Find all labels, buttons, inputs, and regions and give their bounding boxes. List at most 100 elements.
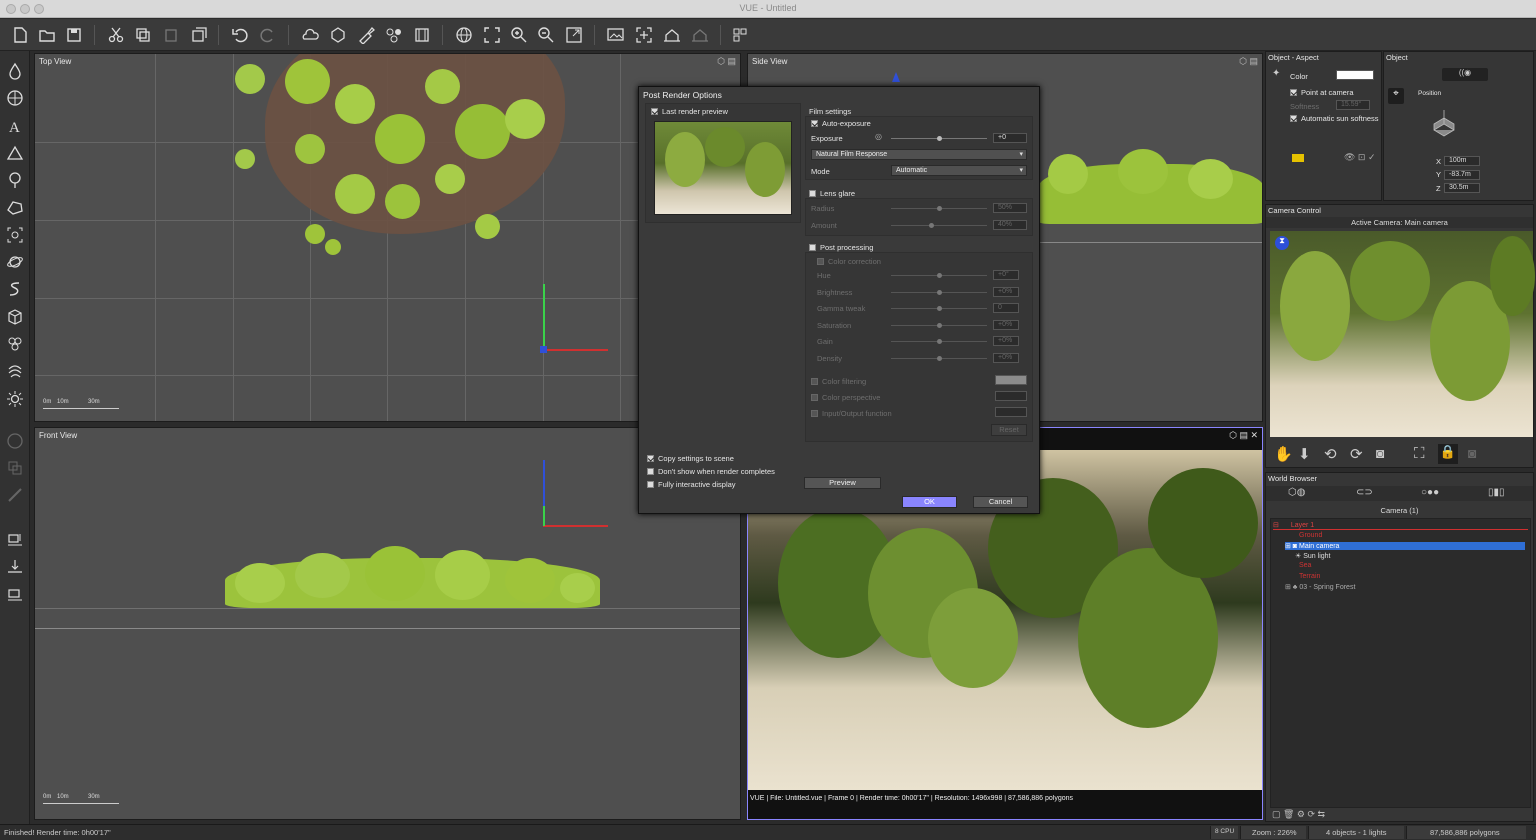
link-icon[interactable]: [3, 483, 27, 507]
light-type-toggle[interactable]: ((◉: [1442, 68, 1488, 81]
frame-icon[interactable]: ⛶: [1414, 445, 1425, 462]
zoom-out-icon[interactable]: [534, 23, 558, 47]
color-swatch[interactable]: [1336, 70, 1374, 80]
group-icon[interactable]: [3, 429, 27, 453]
light-color-chip[interactable]: [1292, 154, 1304, 162]
mode-select[interactable]: Automatic: [891, 165, 1027, 176]
top-view-viewport[interactable]: Top View ⬡ ▤ 0m 10m 30m: [34, 53, 741, 422]
position-z-field[interactable]: 30.5m: [1444, 183, 1480, 193]
copy-settings-checkbox[interactable]: Copy settings to scene: [647, 454, 734, 463]
materials-tab-icon[interactable]: ○●●: [1421, 487, 1439, 498]
io-function-swatch[interactable]: [995, 407, 1027, 417]
maximize-view-icon[interactable]: [562, 23, 586, 47]
save-file-icon[interactable]: [62, 23, 86, 47]
auto-sun-softness-checkbox[interactable]: Automatic sun softness: [1290, 114, 1379, 123]
terrain-icon[interactable]: [3, 141, 27, 165]
pp-row-slider[interactable]: [891, 339, 987, 344]
tree-item-main-camera[interactable]: ⊞ ◙ Main camera: [1285, 542, 1525, 550]
softness-field[interactable]: 15.59°: [1336, 100, 1370, 110]
camera-gizmo-icon[interactable]: [3, 223, 27, 247]
paint-brush-icon[interactable]: [354, 23, 378, 47]
viewport-options-icon[interactable]: ⬡ ▤: [717, 56, 736, 67]
cut-icon[interactable]: [104, 23, 128, 47]
world-browser-actions-icon[interactable]: ▢ 🗑 ⚙ ⟳ ⇆: [1272, 809, 1325, 820]
cube-icon[interactable]: [3, 305, 27, 329]
dont-show-checkbox[interactable]: Don't show when render completes: [647, 467, 775, 476]
last-render-preview-checkbox[interactable]: Last render preview: [651, 107, 728, 116]
undo-icon[interactable]: [228, 23, 252, 47]
orbit-icon[interactable]: ⟲: [1324, 445, 1337, 463]
film-response-select[interactable]: Natural Film Response: [811, 149, 1027, 160]
atmosphere-icon[interactable]: [298, 23, 322, 47]
plant-icon[interactable]: [3, 168, 27, 192]
cloud-icon[interactable]: [3, 359, 27, 383]
front-view-viewport[interactable]: Front View 0m 10m 30m: [34, 427, 741, 820]
camera-snapshot-icon[interactable]: ◙: [1376, 445, 1384, 461]
position-tab-icon[interactable]: ⌖: [1388, 88, 1404, 104]
pp-row-field[interactable]: +0%: [993, 319, 1019, 330]
render-scene-icon[interactable]: [660, 23, 684, 47]
radius-field[interactable]: 50%: [993, 203, 1027, 213]
position-x-field[interactable]: 100m: [1444, 156, 1480, 166]
layout-icon[interactable]: [728, 23, 752, 47]
color-filtering-checkbox[interactable]: Color filtering: [811, 377, 866, 386]
lens-glare-checkbox[interactable]: Lens glare: [809, 189, 855, 198]
zoom-in-icon[interactable]: [507, 23, 531, 47]
active-camera-selector[interactable]: Active Camera: Main camera: [1266, 217, 1533, 228]
fully-interactive-checkbox[interactable]: Fully interactive display: [647, 480, 736, 489]
pp-row-slider[interactable]: [891, 273, 987, 278]
links-tab-icon[interactable]: ⊂⊃: [1356, 487, 1373, 498]
redo-icon[interactable]: [256, 23, 280, 47]
rotate-icon[interactable]: ⟳: [1350, 445, 1363, 463]
paste-icon[interactable]: [159, 23, 183, 47]
pp-row-slider[interactable]: [891, 355, 987, 361]
copy-icon[interactable]: [131, 23, 155, 47]
radius-slider[interactable]: [891, 206, 987, 211]
tree-item-sun-light[interactable]: ☀ Sun light: [1295, 552, 1330, 560]
globe-icon[interactable]: [452, 23, 476, 47]
position-y-field[interactable]: -83.7m: [1444, 170, 1480, 180]
move-down-icon[interactable]: ⬇: [1298, 445, 1311, 463]
lock-camera-icon[interactable]: 🔒: [1438, 444, 1458, 464]
color-filtering-swatch[interactable]: [995, 375, 1027, 385]
duplicate-icon[interactable]: [187, 23, 211, 47]
pp-row-slider[interactable]: [891, 289, 987, 295]
point-at-camera-checkbox[interactable]: Point at camera: [1290, 88, 1354, 97]
rock-icon[interactable]: [3, 195, 27, 219]
text-icon[interactable]: A: [3, 114, 27, 138]
exposure-field[interactable]: +0: [993, 133, 1027, 143]
boolean-icon[interactable]: [3, 456, 27, 480]
pan-hand-icon[interactable]: ✋: [1274, 445, 1293, 463]
pp-row-field[interactable]: +0%: [993, 352, 1019, 363]
material-icon[interactable]: [326, 23, 350, 47]
metablob-icon[interactable]: [3, 332, 27, 356]
exposure-slider[interactable]: [891, 136, 987, 141]
color-correction-checkbox[interactable]: Color correction: [817, 257, 881, 266]
ok-button[interactable]: OK: [902, 496, 957, 508]
color-perspective-checkbox[interactable]: Color perspective: [811, 393, 880, 402]
amount-slider[interactable]: [891, 223, 987, 228]
tree-item-sea[interactable]: Sea: [1299, 562, 1311, 569]
tree-item-terrain[interactable]: Terrain: [1299, 573, 1320, 580]
pp-row-field[interactable]: +0%: [993, 336, 1019, 346]
render-display-icon[interactable]: [604, 23, 628, 47]
pp-row-field[interactable]: +0%: [993, 286, 1019, 297]
frame-all-icon[interactable]: [480, 23, 504, 47]
pp-row-slider[interactable]: [891, 322, 987, 328]
viewport-options-icon[interactable]: ⬡ ▤: [1239, 56, 1258, 67]
tree-item-spring-forest[interactable]: ⊞ ♣ 03 - Spring Forest: [1285, 583, 1355, 591]
render-area-icon[interactable]: [632, 23, 656, 47]
io-function-checkbox[interactable]: Input/Output function: [811, 409, 892, 418]
preview-button[interactable]: Preview: [804, 477, 881, 489]
store-camera-icon[interactable]: ◙: [1468, 445, 1476, 461]
new-file-icon[interactable]: [8, 23, 32, 47]
planet-icon[interactable]: [3, 250, 27, 274]
library-tab-icon[interactable]: ▯▮▯: [1488, 487, 1505, 498]
pp-row-field[interactable]: 0: [993, 303, 1019, 313]
spline-icon[interactable]: [3, 277, 27, 301]
auto-exposure-checkbox[interactable]: Auto-exposure: [811, 119, 871, 128]
post-processing-checkbox[interactable]: Post processing: [809, 243, 873, 252]
open-file-icon[interactable]: [35, 23, 59, 47]
tree-item-ground[interactable]: Ground: [1299, 532, 1322, 539]
amount-field[interactable]: 40%: [993, 220, 1027, 230]
